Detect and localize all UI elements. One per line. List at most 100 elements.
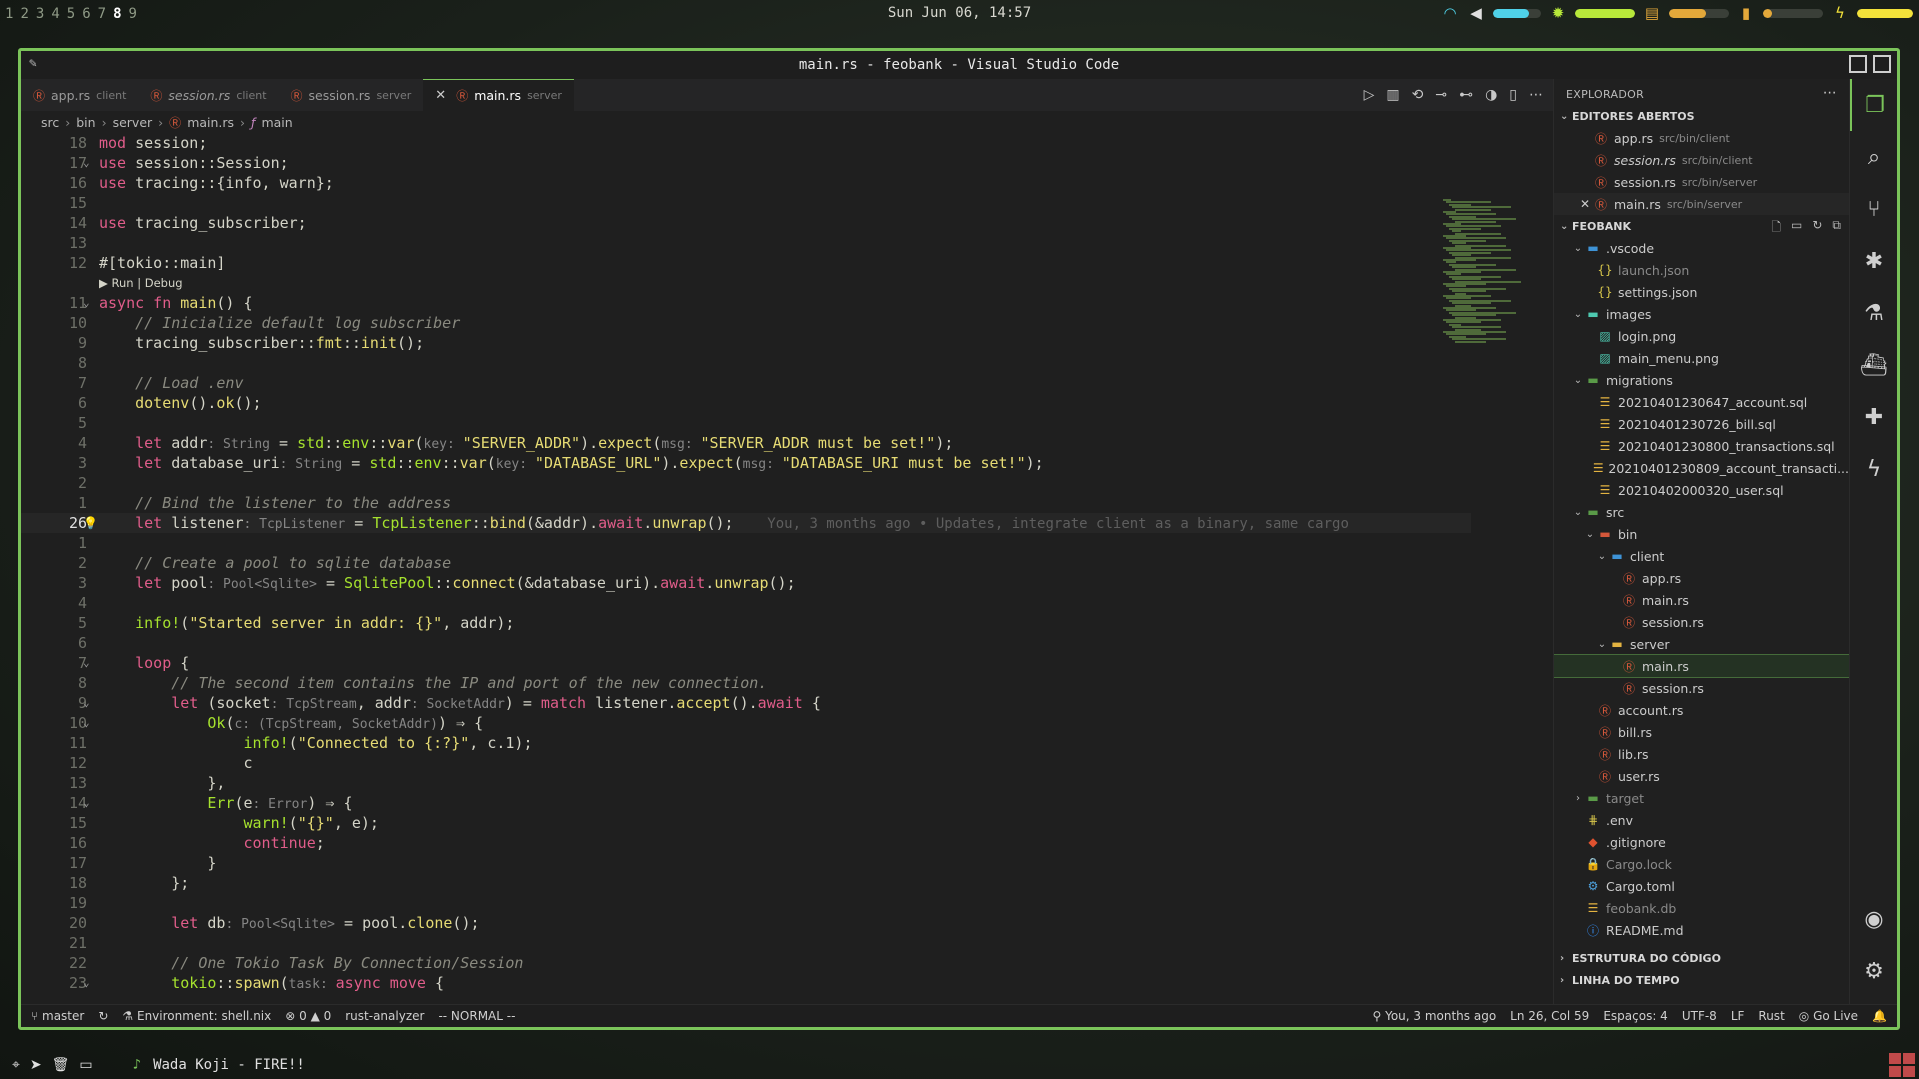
- rust-file-icon[interactable]: Ⓡ: [169, 114, 181, 131]
- code-line[interactable]: 9 tracing_subscriber::fmt::init();: [21, 333, 1471, 353]
- code-line[interactable]: 7 ⌄ loop {: [21, 653, 1471, 673]
- open-changes-icon[interactable]: ▥: [1386, 87, 1399, 103]
- code-line[interactable]: ▶ Run | Debug: [21, 273, 1471, 293]
- tree-item[interactable]: Ⓡbill.rs: [1554, 721, 1849, 743]
- chevron-down-icon[interactable]: ⌄: [1572, 375, 1584, 386]
- tree-item[interactable]: Ⓡmain.rs: [1554, 589, 1849, 611]
- git-compare-icon[interactable]: ⟲: [1412, 87, 1424, 103]
- code-line[interactable]: 22 // One Tokio Task By Connection/Sessi…: [21, 953, 1471, 973]
- tree-item[interactable]: Ⓡuser.rs: [1554, 765, 1849, 787]
- workspace-7[interactable]: 7: [98, 6, 106, 22]
- outline-section[interactable]: › ESTRUTURA DO CÓDIGO: [1554, 947, 1849, 969]
- workspace-5[interactable]: 5: [67, 6, 75, 22]
- code-line[interactable]: 15 warn!("{}", e);: [21, 813, 1471, 833]
- breadcrumb-item[interactable]: server: [113, 115, 153, 130]
- code-line[interactable]: 5: [21, 413, 1471, 433]
- collapse-all-icon[interactable]: ⧉: [1832, 218, 1841, 239]
- layout-toggle-icon[interactable]: [1849, 55, 1867, 73]
- code-line[interactable]: 11 ⌄ async fn main() {: [21, 293, 1471, 313]
- code-line[interactable]: 18 };: [21, 873, 1471, 893]
- cursor-position[interactable]: Ln 26, Col 59: [1510, 1009, 1589, 1023]
- tree-item[interactable]: 🔒 Cargo.lock: [1554, 853, 1849, 875]
- account-icon[interactable]: ◉: [1850, 893, 1897, 945]
- open-editors-section[interactable]: ⌄ EDITORES ABERTOS: [1554, 105, 1849, 127]
- language-mode[interactable]: Rust: [1758, 1009, 1784, 1023]
- timeline-icon[interactable]: ◑: [1485, 87, 1497, 103]
- tab-main-rs-server[interactable]: ✕ Ⓡmain.rs server: [423, 79, 574, 111]
- tree-item[interactable]: Ⓡlib.rs: [1554, 743, 1849, 765]
- testing-icon[interactable]: ⚗: [1850, 287, 1897, 339]
- tree-item[interactable]: ⋕ .env: [1554, 809, 1849, 831]
- tab-app-rs-client[interactable]: Ⓡapp.rs client: [21, 79, 138, 111]
- workspace-3[interactable]: 3: [36, 6, 44, 22]
- tree-item[interactable]: ⚙ Cargo.toml: [1554, 875, 1849, 897]
- code-editor[interactable]: 18 mod session; 17 ⌄ use session::Session; 16…: [21, 133, 1553, 1007]
- notifications-icon[interactable]: 🔔: [1872, 1009, 1887, 1023]
- tree-item[interactable]: {} launch.json: [1554, 259, 1849, 281]
- environment-status[interactable]: ⚗ Environment: shell.nix: [122, 1009, 271, 1023]
- docker-icon[interactable]: ⛴: [1850, 339, 1897, 391]
- workspace-1[interactable]: 1: [5, 6, 13, 22]
- new-folder-icon[interactable]: ▭: [1791, 218, 1802, 239]
- workspace-2[interactable]: 2: [20, 6, 28, 22]
- end-of-line[interactable]: LF: [1731, 1009, 1745, 1023]
- code-line[interactable]: 5 info!("Started server in addr: {}", ad…: [21, 613, 1471, 633]
- code-line[interactable]: 14 use tracing_subscriber;: [21, 213, 1471, 233]
- code-line[interactable]: 7 // Load .env: [21, 373, 1471, 393]
- chevron-right-icon[interactable]: ›: [1572, 793, 1584, 804]
- lsp-status[interactable]: rust-analyzer: [345, 1009, 424, 1023]
- more-actions-icon[interactable]: ⋯: [1529, 87, 1543, 103]
- blame-status[interactable]: ⚲ You, 3 months ago: [1372, 1009, 1496, 1023]
- tree-item[interactable]: Ⓡapp.rs: [1554, 567, 1849, 589]
- split-editor-icon[interactable]: ▯: [1509, 87, 1517, 103]
- go-live-button[interactable]: ◎ Go Live: [1799, 1009, 1858, 1023]
- code-line[interactable]: 13 },: [21, 773, 1471, 793]
- fold-chevron-icon[interactable]: ⌄: [83, 973, 90, 993]
- more-icon[interactable]: ⋯: [1823, 85, 1837, 101]
- code-line[interactable]: 26 💡 let listener: TcpListener = TcpListe…: [21, 513, 1471, 533]
- fold-chevron-icon[interactable]: ⌄: [83, 153, 90, 173]
- code-line[interactable]: 13: [21, 233, 1471, 253]
- code-line[interactable]: 16 continue;: [21, 833, 1471, 853]
- workspace-4[interactable]: 4: [51, 6, 59, 22]
- new-file-icon[interactable]: 🗋: [1771, 218, 1781, 239]
- timeline-section[interactable]: › LINHA DO TEMPO: [1554, 969, 1849, 991]
- open-editor-item[interactable]: Ⓡmain.rs ✕ src/bin/server: [1554, 193, 1849, 215]
- wifi-icon[interactable]: ◠: [1441, 4, 1459, 22]
- extensions-icon[interactable]: ✚: [1850, 391, 1897, 443]
- settings-gear-icon[interactable]: ⚙: [1850, 945, 1897, 997]
- debug-icon[interactable]: ✱: [1850, 235, 1897, 287]
- sync-icon[interactable]: ↻: [98, 1009, 108, 1023]
- workspace-9[interactable]: 9: [129, 6, 137, 22]
- tree-item[interactable]: ▨ main_menu.png: [1554, 347, 1849, 369]
- tree-item[interactable]: ⌄ ▬ client: [1554, 545, 1849, 567]
- chevron-down-icon[interactable]: ⌄: [1572, 243, 1584, 254]
- lightning-icon[interactable]: ϟ: [1850, 443, 1897, 495]
- workspace-6[interactable]: 6: [82, 6, 90, 22]
- code-line[interactable]: 21: [21, 933, 1471, 953]
- chevron-down-icon[interactable]: ⌄: [1596, 551, 1608, 562]
- telegram-icon[interactable]: ➤: [30, 1057, 42, 1073]
- tree-item[interactable]: ☰ 20210401230726_bill.sql: [1554, 413, 1849, 435]
- code-line[interactable]: 10 // Inicialize default log subscriber: [21, 313, 1471, 333]
- run-icon[interactable]: ▷: [1364, 87, 1375, 103]
- breadcrumb-item[interactable]: bin: [76, 115, 95, 130]
- code-line[interactable]: 10 ⌄ Ok(c: (TcpStream, SocketAddr)) ⇒ {: [21, 713, 1471, 733]
- tree-item[interactable]: Ⓡaccount.rs: [1554, 699, 1849, 721]
- code-line[interactable]: 12 c: [21, 753, 1471, 773]
- breadcrumb-file[interactable]: main.rs: [187, 115, 234, 130]
- code-line[interactable]: 19: [21, 893, 1471, 913]
- chevron-down-icon[interactable]: ⌄: [1596, 639, 1608, 650]
- code-line[interactable]: 8 // The second item contains the IP and…: [21, 673, 1471, 693]
- search-icon[interactable]: ⌕: [1850, 131, 1897, 183]
- code-line[interactable]: 14 ⌄ Err(e: Error) ⇒ {: [21, 793, 1471, 813]
- close-icon[interactable]: ✕: [1580, 197, 1590, 211]
- fold-chevron-icon[interactable]: ⌄: [83, 713, 90, 733]
- tree-item[interactable]: ◆ .gitignore: [1554, 831, 1849, 853]
- fold-chevron-icon[interactable]: ⌄: [83, 693, 90, 713]
- code-line[interactable]: 9 ⌄ let (socket: TcpStream, addr: SocketA…: [21, 693, 1471, 713]
- function-icon[interactable]: ƒ: [251, 115, 255, 130]
- code-line[interactable]: 20 let db: Pool<Sqlite> = pool.clone();: [21, 913, 1471, 933]
- fold-chevron-icon[interactable]: ⌄: [83, 653, 90, 673]
- now-playing[interactable]: Wada Koji - FIRE!!: [153, 1057, 305, 1073]
